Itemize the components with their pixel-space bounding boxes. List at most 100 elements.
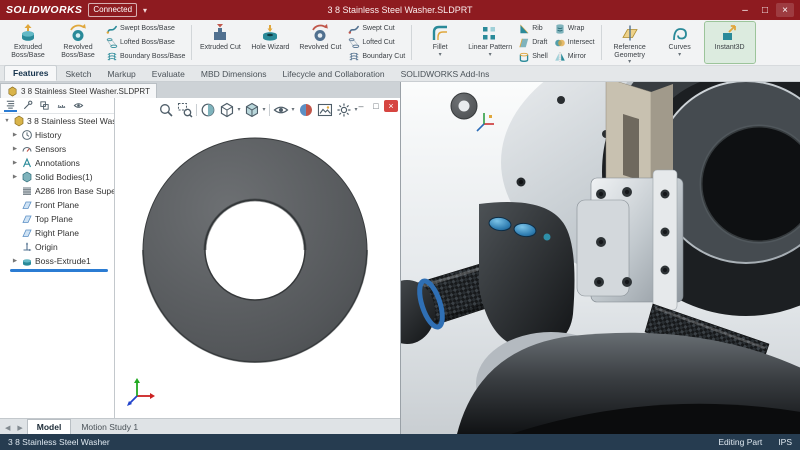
- button-label: Instant3D: [715, 44, 745, 52]
- tree-item-annotations[interactable]: ▶ Annotations: [0, 156, 114, 170]
- reference-group: Reference Geometry ▾ Curves ▾ Instant3D: [605, 22, 755, 63]
- viewport-triad: [127, 378, 155, 406]
- washer-model[interactable]: [115, 98, 400, 418]
- tree-item-material[interactable]: ▶ A286 Iron Base Superalloy: [0, 184, 114, 198]
- lofted-boss-base-button[interactable]: Lofted Boss/Base: [104, 36, 187, 49]
- tree-item-sensors[interactable]: ▶ Sensors: [0, 142, 114, 156]
- model-tab[interactable]: Model: [27, 419, 72, 434]
- expand-arrow-icon[interactable]: ▶: [11, 146, 19, 152]
- wrap-button[interactable]: Wrap: [552, 22, 597, 35]
- fillet-button[interactable]: Fillet ▾: [415, 22, 465, 63]
- command-manager-ribbon: Extruded Boss/Base Revolved Boss/Base Sw…: [0, 20, 800, 66]
- doc-close-button[interactable]: ×: [384, 100, 398, 112]
- expand-arrow-icon[interactable]: ▶: [11, 258, 19, 264]
- linear-pattern-icon: [480, 23, 500, 43]
- tree-item-label: History: [35, 130, 61, 140]
- close-button[interactable]: ×: [776, 3, 794, 17]
- dropdown-caret-icon[interactable]: ▾: [237, 107, 240, 113]
- boundary-boss-base-button[interactable]: Boundary Boss/Base: [104, 50, 187, 63]
- button-label: Boundary Boss/Base: [120, 53, 185, 61]
- apply-scene-icon[interactable]: [317, 102, 333, 118]
- boundary-boss-base-icon: [106, 51, 118, 63]
- button-label: Lofted Cut: [362, 39, 394, 47]
- configurationmanager-tab[interactable]: [38, 99, 51, 112]
- expand-arrow-icon[interactable]: ▶: [11, 160, 19, 166]
- curves-button[interactable]: Curves ▾: [655, 22, 705, 63]
- mirror-button[interactable]: Mirror: [552, 50, 597, 63]
- menu-caret-icon[interactable]: ▾: [143, 6, 147, 15]
- dropdown-caret-icon[interactable]: ▾: [439, 52, 442, 58]
- tab-scroll-right-icon[interactable]: ▶: [14, 424, 25, 434]
- section-view-icon[interactable]: [199, 102, 215, 118]
- ribbon-tab-markup[interactable]: Markup: [99, 67, 143, 81]
- toolbar-separator: [269, 104, 270, 116]
- tree-item-solid-bodies[interactable]: ▶ Solid Bodies(1): [0, 170, 114, 184]
- tree-root[interactable]: ▼ 3 8 Stainless Steel Washer (test washe…: [0, 114, 114, 128]
- button-label: Rib: [532, 25, 543, 33]
- tree-item-right-plane[interactable]: ▶ Right Plane: [0, 226, 114, 240]
- dropdown-caret-icon[interactable]: ▾: [489, 52, 492, 58]
- edit-appearance-icon[interactable]: [298, 102, 314, 118]
- expand-arrow-icon[interactable]: ▶: [11, 132, 19, 138]
- minimize-button[interactable]: –: [736, 3, 754, 17]
- tab-scroll-left-icon[interactable]: ◀: [2, 424, 13, 434]
- extruded-boss-base-button[interactable]: Extruded Boss/Base: [3, 22, 53, 63]
- reference-geometry-button[interactable]: Reference Geometry ▾: [605, 22, 655, 63]
- displaymanager-tab[interactable]: [72, 99, 85, 112]
- extruded-cut-button[interactable]: Extruded Cut: [195, 22, 245, 63]
- hole-wizard-button[interactable]: Hole Wizard: [245, 22, 295, 63]
- dropdown-caret-icon[interactable]: ▾: [628, 59, 631, 65]
- revolved-cut-button[interactable]: Revolved Cut: [295, 22, 345, 63]
- wrap-icon: [554, 23, 566, 35]
- swept-cut-button[interactable]: Swept Cut: [346, 22, 407, 35]
- heads-up-view-toolbar: ▾ ▾ ▾ ▾: [153, 101, 361, 119]
- revolved-boss-base-button[interactable]: Revolved Boss/Base: [53, 22, 103, 63]
- shell-button[interactable]: Shell: [516, 50, 550, 63]
- ribbon-tab-lifecycle-collaboration[interactable]: Lifecycle and Collaboration: [275, 67, 393, 81]
- intersect-button[interactable]: Intersect: [552, 36, 597, 49]
- maximize-button[interactable]: □: [756, 3, 774, 17]
- status-units[interactable]: IPS: [778, 437, 792, 447]
- hide-show-items-icon[interactable]: [273, 102, 289, 118]
- expand-arrow-icon[interactable]: ▶: [11, 174, 19, 180]
- dimxpertmanager-tab[interactable]: [55, 99, 68, 112]
- tree-item-origin[interactable]: ▶ Origin: [0, 240, 114, 254]
- dropdown-caret-icon[interactable]: ▾: [292, 107, 295, 113]
- tree-item-top-plane[interactable]: ▶ Top Plane: [0, 212, 114, 226]
- ribbon-tab-solidworks-add-ins[interactable]: SOLIDWORKS Add-Ins: [393, 67, 498, 81]
- display-style-icon[interactable]: [243, 102, 259, 118]
- ribbon-tab-evaluate[interactable]: Evaluate: [144, 67, 193, 81]
- ribbon-tab-mbd-dimensions[interactable]: MBD Dimensions: [193, 67, 275, 81]
- solid-bodies-icon: [21, 171, 33, 183]
- dropdown-caret-icon[interactable]: ▾: [678, 52, 681, 58]
- view-orientation-icon[interactable]: [218, 102, 234, 118]
- draft-button[interactable]: Draft: [516, 36, 550, 49]
- origin-icon: [21, 241, 33, 253]
- button-label: Wrap: [568, 25, 585, 33]
- zoom-fit-icon[interactable]: [157, 102, 173, 118]
- boundary-cut-button[interactable]: Boundary Cut: [346, 50, 407, 63]
- tree-item-history[interactable]: ▶ History: [0, 128, 114, 142]
- tree-item-boss-extrude1[interactable]: ▶ Boss-Extrude1: [0, 254, 114, 268]
- doc-minimize-button[interactable]: –: [354, 100, 368, 112]
- linear-pattern-button[interactable]: Linear Pattern ▾: [465, 22, 515, 63]
- design-tree-tab[interactable]: [4, 99, 17, 112]
- rib-button[interactable]: Rib: [516, 22, 550, 35]
- tree-item-front-plane[interactable]: ▶ Front Plane: [0, 198, 114, 212]
- feature-manager-panel: ▼ 3 8 Stainless Steel Washer (test washe…: [0, 98, 115, 418]
- dropdown-caret-icon[interactable]: ▾: [262, 107, 265, 113]
- document-tab[interactable]: 3 8 Stainless Steel Washer.SLDPRT: [0, 83, 157, 98]
- lofted-cut-button[interactable]: Lofted Cut: [346, 36, 407, 49]
- zoom-to-area-icon[interactable]: [176, 102, 192, 118]
- ribbon-tab-sketch[interactable]: Sketch: [57, 67, 99, 81]
- doc-restore-button[interactable]: □: [369, 100, 383, 112]
- ribbon-tab-features[interactable]: Features: [4, 65, 57, 81]
- rollback-bar[interactable]: [10, 269, 108, 272]
- motion-study-tab[interactable]: Motion Study 1: [72, 419, 147, 434]
- expand-arrow-icon[interactable]: ▼: [3, 118, 11, 124]
- propertymanager-tab[interactable]: [21, 99, 34, 112]
- graphics-viewport[interactable]: ▾ ▾ ▾ ▾ – □ ×: [115, 98, 400, 418]
- view-settings-icon[interactable]: [336, 102, 352, 118]
- instant3d-button[interactable]: Instant3D: [705, 22, 755, 63]
- swept-boss-base-button[interactable]: Swept Boss/Base: [104, 22, 187, 35]
